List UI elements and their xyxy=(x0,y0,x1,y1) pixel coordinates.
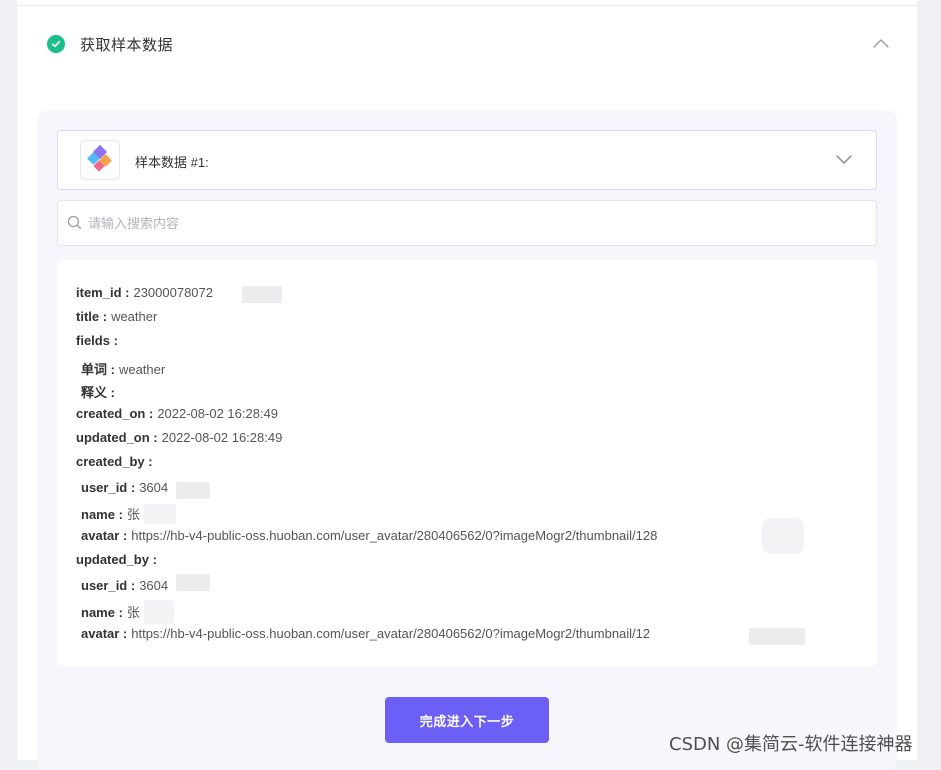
watermark: CSDN @集简云-软件连接神器 xyxy=(669,734,913,755)
redaction-mask xyxy=(762,518,804,554)
record-row: user_id :3604 xyxy=(81,480,168,495)
step-title: 获取样本数据 xyxy=(80,36,174,54)
field-key: created_on : xyxy=(76,406,154,421)
record-row: 单词 : weather xyxy=(81,359,165,378)
sample-record: item_id :23000078072 title : weather fiel… xyxy=(57,260,877,666)
field-key: name : xyxy=(81,507,123,522)
field-key: name : xyxy=(81,605,123,620)
field-key: user_id : xyxy=(81,480,136,495)
field-value: https://hb-v4-public-oss.huoban.com/user… xyxy=(131,528,658,543)
redaction-mask xyxy=(144,504,176,524)
field-value: https://hb-v4-public-oss.huoban.com/user… xyxy=(131,626,651,641)
field-key: title : xyxy=(76,309,108,324)
field-key: item_id : xyxy=(76,285,130,300)
divider xyxy=(17,5,917,6)
step-header[interactable]: 获取样本数据 xyxy=(47,34,173,54)
search-icon xyxy=(67,215,82,230)
field-value: 3604 xyxy=(139,480,169,495)
record-row: updated_on :2022-08-02 16:28:49 xyxy=(76,430,282,445)
field-key: updated_by : xyxy=(76,552,157,567)
record-row: updated_by : xyxy=(76,552,161,567)
step-card: 获取样本数据 样本数据 #1: 请输入搜索内容 item_id: 230000… xyxy=(17,0,917,770)
next-step-button[interactable]: 完成进入下一步 xyxy=(385,697,549,743)
app-logo-icon xyxy=(80,140,120,180)
field-value: 张 xyxy=(126,605,140,620)
sample-data-panel: 样本数据 #1: item_id :23000078072 title :wea… xyxy=(37,110,897,770)
selector-label: 样本数据 #1: xyxy=(135,155,209,170)
field-value: 2022-08-02 16:28:49 xyxy=(161,430,283,445)
search-box[interactable] xyxy=(57,200,877,246)
record-row: avatar : https://hb-v4-public-oss.huoban.… xyxy=(81,626,650,641)
field-key: created_by : xyxy=(76,454,153,469)
redaction-mask xyxy=(144,600,174,624)
record-row: avatar : https://hb-v4-public-oss.huoban.… xyxy=(81,528,657,543)
record-row: name :张 xyxy=(81,602,140,621)
field-value: weather xyxy=(111,309,158,324)
field-key: 释义 : xyxy=(81,385,115,400)
record-row: created_on :2022-08-02 16:28:49 xyxy=(76,406,278,421)
redaction-mask xyxy=(749,628,805,645)
check-circle-icon xyxy=(47,35,65,53)
field-value: 23000078072 xyxy=(133,285,213,300)
field-key: fields : xyxy=(76,333,118,348)
chevron-up-icon[interactable] xyxy=(872,34,890,52)
field-key: updated_on : xyxy=(76,430,158,445)
field-key: avatar : xyxy=(81,626,128,641)
record-row: title : weather xyxy=(76,309,157,324)
search-input[interactable] xyxy=(88,213,848,233)
field-key: user_id : xyxy=(81,578,136,593)
record-row: fields : xyxy=(76,333,122,348)
record-row: user_id :3604 xyxy=(81,578,168,593)
field-value: 2022-08-02 16:28:49 xyxy=(157,406,279,421)
chevron-down-icon[interactable] xyxy=(835,151,853,169)
field-key: avatar : xyxy=(81,528,128,543)
record-row: 释义 : xyxy=(81,382,119,401)
field-key: 单词 : xyxy=(81,362,115,377)
redaction-mask xyxy=(176,574,210,591)
redaction-mask xyxy=(176,482,210,499)
record-row: name :张 xyxy=(81,504,140,523)
field-value: weather xyxy=(118,362,166,377)
field-value: 张 xyxy=(126,507,140,522)
sample-data-selector[interactable]: 样本数据 #1: xyxy=(57,130,877,190)
record-row: created_by : xyxy=(76,454,157,469)
field-value: 3604 xyxy=(139,578,169,593)
redaction-mask xyxy=(242,286,282,303)
record-row: item_id :23000078072 xyxy=(76,285,213,300)
